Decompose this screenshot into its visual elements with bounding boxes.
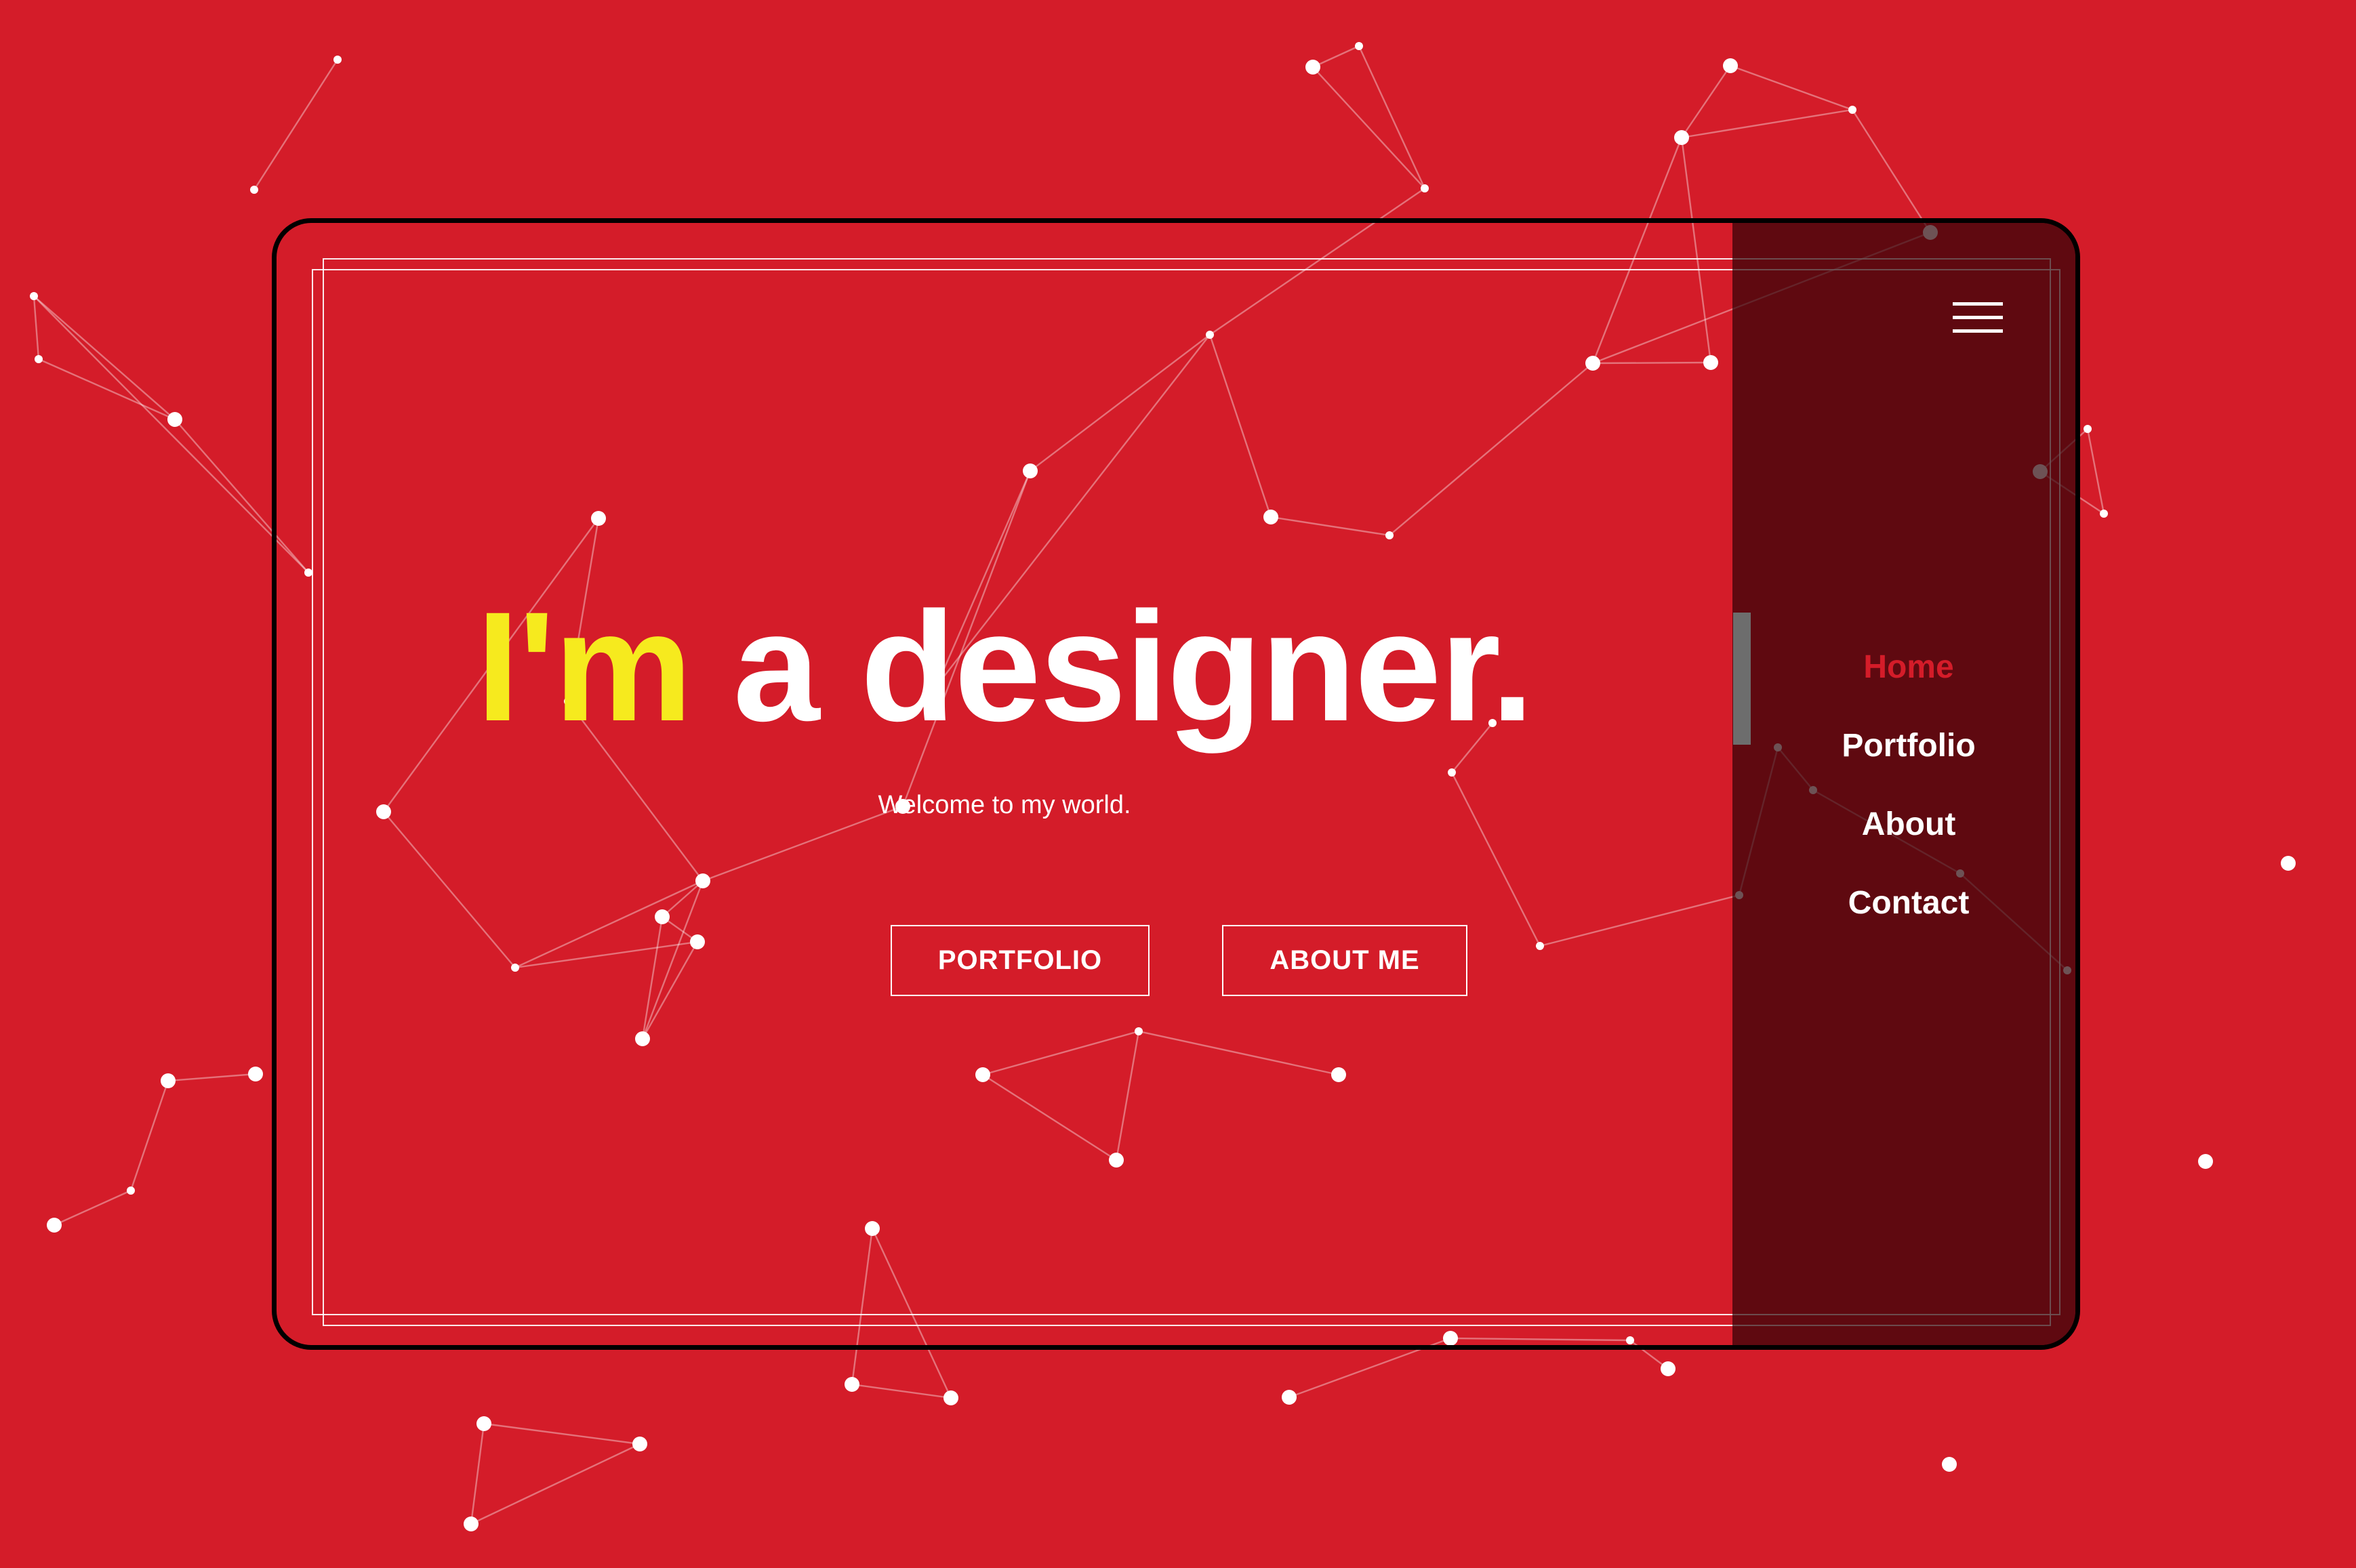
network-edge	[1681, 108, 1853, 139]
nav-item-contact[interactable]: Contact	[1732, 884, 2075, 922]
nav-item-home[interactable]: Home	[1732, 648, 2075, 686]
network-edge	[1851, 109, 1932, 233]
network-node	[1674, 130, 1689, 145]
network-node	[464, 1517, 479, 1531]
network-edge	[1730, 64, 1853, 111]
network-node	[2100, 510, 2108, 518]
about-me-button[interactable]: ABOUT ME	[1222, 925, 1467, 996]
network-node	[2084, 425, 2092, 433]
network-node	[1305, 60, 1320, 75]
network-node	[476, 1416, 491, 1431]
network-edge	[1312, 66, 1425, 189]
page-background: I'm a designer. Welcome to my world. POR…	[0, 0, 2356, 1568]
network-edge	[38, 358, 176, 421]
network-node	[30, 292, 38, 300]
headline-accent: I'm	[476, 579, 693, 754]
network-edge	[167, 1073, 256, 1082]
network-edge	[129, 1080, 169, 1191]
headline-rest: a designer.	[733, 579, 1535, 754]
network-node	[1942, 1457, 1957, 1472]
hero-subtitle: Welcome to my world.	[878, 791, 1131, 819]
network-node	[127, 1187, 135, 1195]
network-edge	[54, 1189, 131, 1226]
network-node	[35, 355, 43, 363]
network-edge	[851, 1383, 952, 1399]
network-node	[1723, 58, 1738, 73]
network-node	[2281, 856, 2296, 871]
network-edge	[2086, 428, 2105, 514]
network-node	[845, 1377, 859, 1392]
network-edge	[253, 59, 339, 190]
nav-item-portfolio[interactable]: Portfolio	[1732, 727, 2075, 764]
nav-item-about[interactable]: About	[1732, 806, 2075, 843]
network-node	[1355, 42, 1363, 50]
side-menu-nav: Home Portfolio About Contact	[1732, 223, 2075, 1345]
network-node	[2198, 1154, 2213, 1169]
device-frame: I'm a designer. Welcome to my world. POR…	[272, 218, 2080, 1350]
network-edge	[1681, 65, 1731, 138]
network-node	[1661, 1361, 1675, 1376]
network-node	[167, 412, 182, 427]
network-node	[333, 56, 342, 64]
network-edge	[470, 1423, 485, 1525]
network-edge	[1312, 45, 1360, 68]
network-node	[161, 1073, 176, 1088]
network-node	[1421, 184, 1429, 192]
network-node	[632, 1437, 647, 1451]
network-node	[248, 1067, 263, 1081]
network-node	[47, 1218, 62, 1233]
network-edge	[33, 295, 40, 360]
network-edge	[33, 295, 176, 420]
network-edge	[483, 1422, 641, 1445]
portfolio-button[interactable]: PORTFOLIO	[891, 925, 1150, 996]
network-edge	[33, 295, 309, 573]
network-node	[1848, 106, 1856, 114]
network-edge	[470, 1443, 641, 1525]
network-edge	[1358, 45, 1426, 189]
network-node	[250, 186, 258, 194]
hero-headline: I'm a designer.	[277, 589, 1732, 745]
network-node	[943, 1390, 958, 1405]
network-node	[1282, 1390, 1297, 1405]
